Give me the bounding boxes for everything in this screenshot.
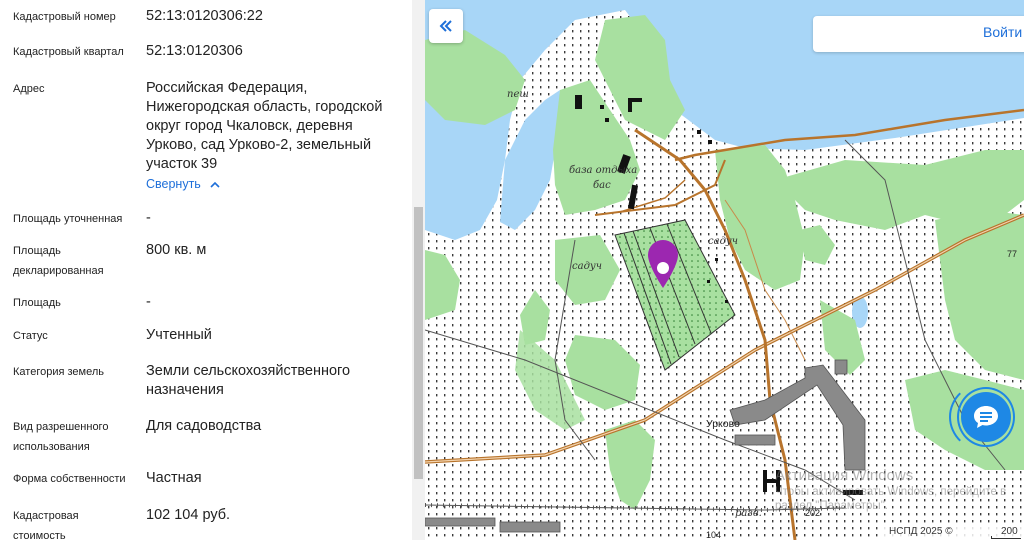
chevron-up-icon xyxy=(210,182,220,188)
map-label-104: 104 xyxy=(706,530,722,540)
field-value: Земли сельскохозяйственного назначения xyxy=(146,363,351,398)
field-value: 102 104 руб. xyxy=(146,507,231,523)
panel-scrollbar[interactable] xyxy=(412,0,425,540)
map-label-baza: база отдыха xyxy=(569,165,638,176)
object-info-panel: Кадастровый номер 52:13:0120306:22 Кадас… xyxy=(0,0,412,540)
field-value: 800 кв. м xyxy=(146,242,207,258)
login-button[interactable]: Войти xyxy=(813,16,1024,52)
chat-bubble-icon xyxy=(974,406,998,428)
map-label-urkovo: Урково xyxy=(706,418,740,430)
map-label-bas: бас xyxy=(593,180,611,191)
field-value: Частная xyxy=(146,470,202,486)
watermark-title: Активация Windows xyxy=(775,467,914,484)
map-view[interactable]: пеш база отдыха бас садуч садуч Урково р… xyxy=(425,0,1024,540)
attribution-text: НСПД 2025 © xyxy=(889,526,953,537)
scale-bar xyxy=(991,536,1021,539)
field-value: Для садоводства xyxy=(146,418,262,434)
map-label-pesh: пеш xyxy=(507,89,529,100)
double-chevron-left-icon xyxy=(439,20,452,32)
watermark-text: Чтобы активировать Windows, перейдите в … xyxy=(775,486,1007,512)
field-label: Категория земель xyxy=(13,366,104,378)
field-label: Кадастровый квартал xyxy=(13,46,124,58)
collapse-link[interactable]: Свернуть xyxy=(146,177,220,191)
field-label: Площадь xyxy=(13,297,61,309)
chat-button[interactable] xyxy=(961,392,1011,442)
map-label-razv: разв. xyxy=(735,508,762,519)
field-label: Форма собственности xyxy=(13,473,126,485)
field-value: - xyxy=(146,210,151,226)
field-label: Площадь уточненная xyxy=(13,213,123,225)
field-value: Учтенный xyxy=(146,327,212,343)
field-label: Адрес xyxy=(13,83,45,95)
collapse-panel-button[interactable] xyxy=(429,9,463,43)
field-value: Российская Федерация, Нижегородская обла… xyxy=(146,80,383,172)
field-label: Кадастровый номер xyxy=(13,11,116,23)
field-label: Статус xyxy=(13,330,48,342)
field-label: Площадь декларированная xyxy=(13,245,104,277)
field-value[interactable]: 52:13:0120306 xyxy=(146,42,404,61)
collapse-link-label: Свернуть xyxy=(146,177,201,191)
map-label-saduch-right: садуч xyxy=(708,236,738,247)
field-value: - xyxy=(146,294,151,310)
map-canvas[interactable] xyxy=(425,0,1024,540)
windows-activation-watermark: Активация Windows Чтобы активировать Win… xyxy=(775,467,1024,513)
map-label-saduch-left: садуч xyxy=(572,261,602,272)
scrollbar-thumb[interactable] xyxy=(414,207,423,479)
field-value[interactable]: 52:13:0120306:22 xyxy=(146,7,404,26)
field-label: Кадастровая стоимость xyxy=(13,510,79,540)
field-label: Вид разрешенного использования xyxy=(13,421,109,453)
map-label-77: 77 xyxy=(1007,249,1018,259)
